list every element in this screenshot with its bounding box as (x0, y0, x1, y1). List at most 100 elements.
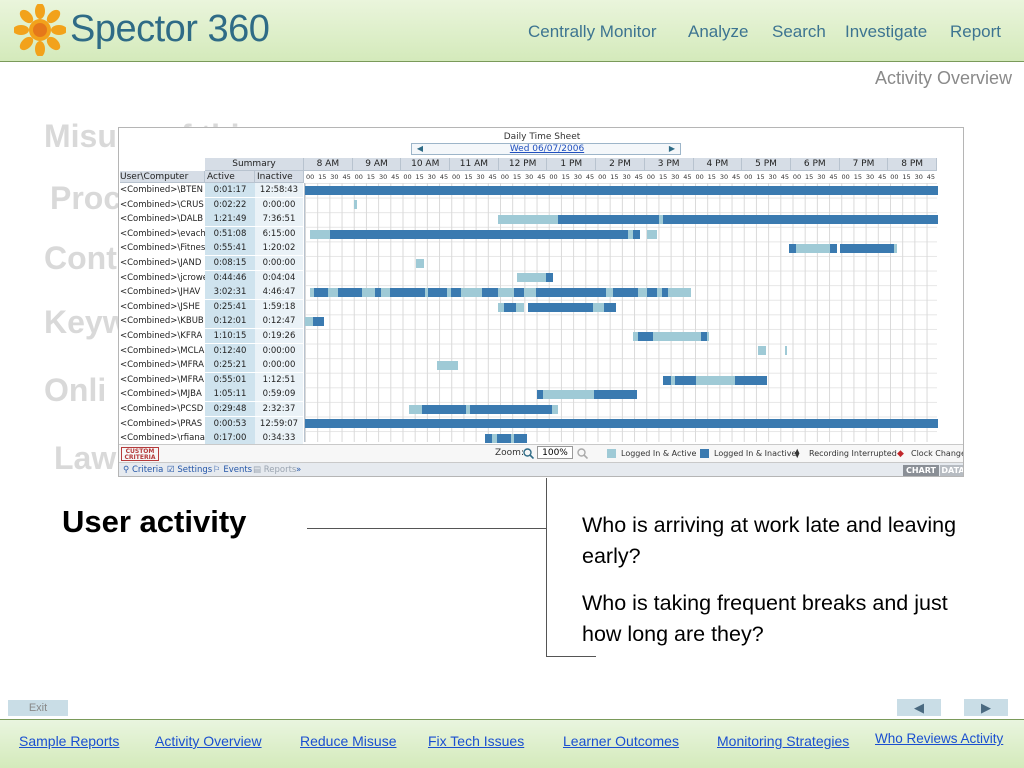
bg-heading-6: Law (54, 440, 117, 476)
bar-logged-in-inactive (536, 288, 606, 297)
row-user[interactable]: <Combined>\Fitnes (120, 241, 205, 255)
legend-active-swatch (607, 449, 616, 458)
hour-header: 3 PM (644, 158, 694, 171)
next-day-icon[interactable]: ▶ (665, 144, 679, 154)
date-link[interactable]: Wed 06/07/2006 (412, 144, 682, 154)
hour-header: 10 AM (401, 158, 451, 171)
bar-logged-in-active (498, 288, 514, 297)
next-slide-button[interactable]: ▶ (964, 699, 1008, 716)
row-user[interactable]: <Combined>\JAND (120, 256, 205, 270)
row-user[interactable]: <Combined>\MJBA (120, 387, 205, 401)
bar-logged-in-active (706, 331, 710, 341)
footer-link-activity-overview[interactable]: Activity Overview (155, 733, 262, 749)
nav-analyze[interactable]: Analyze (688, 22, 748, 42)
bar-logged-in-active (498, 215, 559, 224)
row-user[interactable]: <Combined>\DALB (120, 212, 205, 226)
zoom-label: Zoom: (495, 448, 524, 458)
row-user[interactable]: <Combined>\evach (120, 227, 205, 241)
tab-settings[interactable]: ☑ Settings (167, 465, 212, 475)
nav-search[interactable]: Search (772, 22, 826, 42)
quarter-tick: 00 (549, 173, 558, 181)
user-activity-heading: User activity (62, 504, 247, 539)
footer-link-learner-outcomes[interactable]: Learner Outcomes (563, 733, 679, 749)
nav-centrally-monitor[interactable]: Centrally Monitor (528, 22, 657, 42)
footer-link-reduce-misuse[interactable]: Reduce Misuse (300, 733, 397, 749)
nav-report[interactable]: Report (950, 22, 1001, 42)
zoom-in-icon[interactable] (523, 448, 534, 459)
time-sheet-title: Daily Time Sheet (503, 132, 581, 142)
footer-link-who-reviews-activity[interactable]: Who Reviews Activity (875, 731, 1003, 746)
row-user[interactable]: <Combined>\PCSD (120, 402, 205, 416)
page-label: Activity Overview (874, 68, 1012, 88)
row-active-time: 3:02:31 (205, 285, 255, 300)
row-inactive-time: 12:58:43 (255, 183, 303, 197)
user-column-header[interactable]: User\Computer (120, 171, 205, 183)
bar-logged-in-active (668, 288, 692, 297)
custom-criteria-badge[interactable]: CUSTOM CRITERIA (121, 447, 159, 461)
chart-tab[interactable]: CHART (903, 465, 939, 476)
row-active-time: 0:55:41 (205, 241, 255, 256)
date-selector[interactable]: Wed 06/07/2006 ◀ ▶ (411, 143, 681, 155)
row-user[interactable]: <Combined>\CRUS (120, 198, 205, 212)
tab-more[interactable]: » (296, 465, 301, 475)
bar-logged-in-active (524, 288, 537, 297)
row-active-time: 1:21:49 (205, 212, 255, 227)
hour-header: 11 AM (450, 158, 499, 171)
quarter-tick: 15 (561, 173, 570, 181)
bar-logged-in-active (593, 302, 605, 312)
row-user[interactable]: <Combined>\PRAS (120, 417, 205, 431)
prev-day-icon[interactable]: ◀ (413, 144, 427, 154)
quarter-tick: 15 (512, 173, 522, 181)
quarter-tick: 45 (829, 173, 838, 181)
summary-header: Summary (205, 158, 304, 171)
row-user[interactable]: <Combined>\MFRA (120, 358, 205, 372)
row-user[interactable]: <Combined>\BTEN (120, 183, 205, 197)
row-user[interactable]: <Combined>\JHAV (120, 285, 205, 299)
quarter-tick: 45 (731, 173, 741, 181)
row-user[interactable]: <Combined>\KBUB (120, 314, 205, 328)
prev-slide-button[interactable]: ◀ (897, 699, 941, 716)
row-user[interactable]: <Combined>\KFRA (120, 329, 205, 343)
bar-logged-in-inactive (305, 419, 938, 429)
tab-events[interactable]: ⚐ Events (213, 465, 252, 475)
footer-link-sample-reports[interactable]: Sample Reports (19, 733, 119, 749)
quarter-tick: 30 (865, 173, 875, 181)
connector-vertical (546, 478, 547, 657)
data-tab[interactable]: DATA (940, 465, 963, 476)
row-inactive-time: 0:12:47 (255, 314, 303, 329)
bar-logged-in-inactive (504, 302, 516, 312)
quarter-tick: 45 (439, 173, 449, 181)
zoom-value[interactable]: 100% (537, 446, 573, 459)
quarter-tick: 30 (817, 173, 826, 181)
exit-button[interactable]: Exit (8, 700, 68, 716)
zoom-out-icon[interactable] (577, 448, 588, 459)
row-inactive-time: 2:32:37 (255, 402, 303, 416)
quarter-tick: 45 (683, 173, 692, 181)
bar-logged-in-active (646, 229, 657, 239)
hour-header: 12 PM (498, 158, 548, 171)
quarter-tick: 30 (573, 173, 583, 181)
footer-link-monitoring-strategies[interactable]: Monitoring Strategies (717, 733, 849, 749)
row-user[interactable]: <Combined>\JSHE (120, 300, 205, 314)
legend-inactive-swatch (700, 449, 709, 458)
row-user[interactable]: <Combined>\MFRA (120, 373, 205, 387)
row-user[interactable]: <Combined>\jcrowe (120, 271, 205, 285)
bar-logged-in-inactive (389, 288, 426, 297)
bar-logged-in-inactive (513, 434, 527, 443)
row-user[interactable]: <Combined>\MCLA (120, 344, 205, 358)
quarter-tick: 00 (841, 173, 850, 181)
quarter-tick: 45 (780, 173, 789, 181)
tab-reports[interactable]: ▤ Reports (253, 465, 296, 475)
footer-link-fix-tech-issues[interactable]: Fix Tech Issues (428, 733, 524, 749)
row-inactive-time: 0:04:04 (255, 270, 303, 285)
brand-name: Spector 360 (70, 8, 270, 50)
quarter-tick: 45 (537, 173, 546, 181)
bar-logged-in-active (637, 288, 647, 297)
daily-time-sheet-screenshot: Daily Time Sheet Wed 06/07/2006 ◀ ▶ Summ… (118, 127, 964, 477)
active-column-header[interactable]: Active (205, 171, 255, 183)
tab-criteria[interactable]: ⚲ Criteria (123, 465, 163, 475)
tab-reports-label: Reports (263, 465, 297, 475)
nav-investigate[interactable]: Investigate (845, 22, 927, 42)
inactive-column-header[interactable]: Inactive (255, 171, 304, 183)
quarter-tick: 30 (914, 173, 923, 181)
